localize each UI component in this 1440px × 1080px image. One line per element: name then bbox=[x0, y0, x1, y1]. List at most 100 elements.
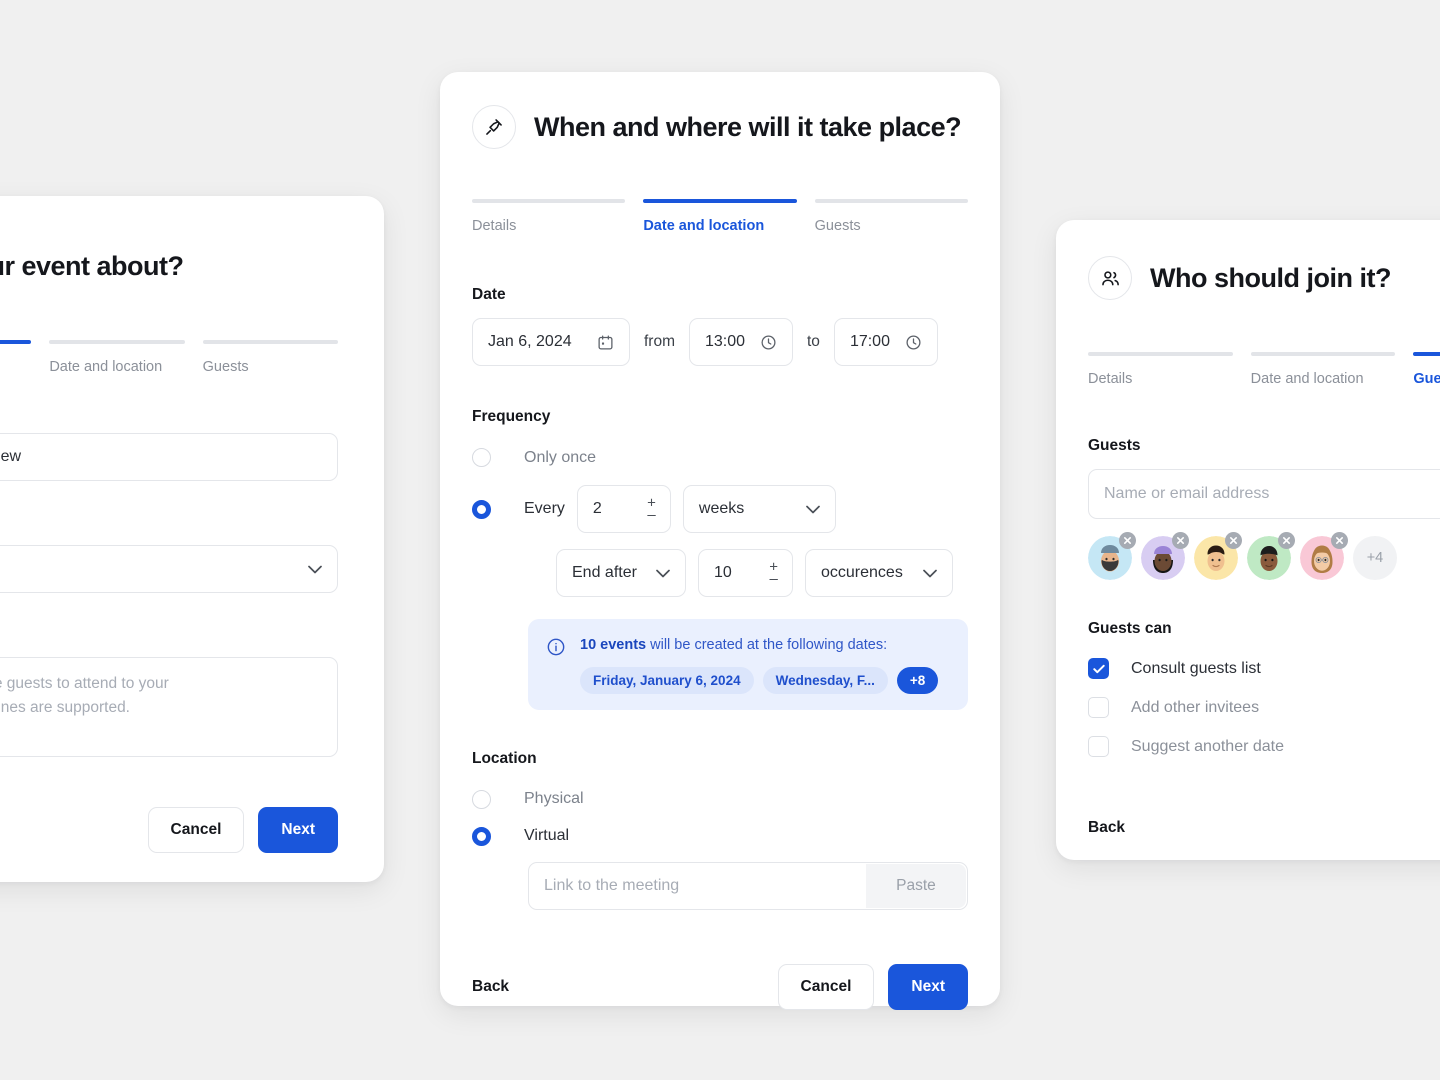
pin-icon bbox=[472, 105, 516, 149]
back-button[interactable]: Back bbox=[1088, 819, 1125, 837]
wizard-tabs: Details Date and location Guests bbox=[1088, 352, 1440, 387]
tab-date-and-location[interactable]: Date and location bbox=[49, 340, 185, 375]
stepper-arrows: + – bbox=[647, 496, 656, 523]
end-condition-row: End after 10 + – occurences bbox=[556, 549, 968, 597]
event-category-select[interactable] bbox=[0, 545, 338, 593]
end-unit-select[interactable]: occurences bbox=[805, 549, 953, 597]
tab-guests[interactable]: Guests bbox=[202, 340, 338, 375]
remove-guest-icon[interactable] bbox=[1119, 532, 1136, 549]
checkbox-consult-guests-list[interactable] bbox=[1088, 658, 1109, 679]
guest-avatar-1[interactable] bbox=[1088, 532, 1136, 580]
frequency-option-once[interactable]: Only once bbox=[472, 448, 968, 467]
chevron-down-icon bbox=[656, 569, 670, 577]
paste-button[interactable]: Paste bbox=[866, 863, 966, 908]
frequency-section-label: Frequency bbox=[472, 408, 551, 425]
event-name-input[interactable]: Weekly Review bbox=[0, 433, 338, 481]
radio-virtual[interactable] bbox=[472, 826, 491, 846]
end-count-value: 10 bbox=[714, 564, 732, 581]
more-dates-chip[interactable]: +8 bbox=[896, 666, 939, 694]
people-icon bbox=[1088, 256, 1132, 300]
chevron-down-icon bbox=[806, 505, 820, 513]
location-option-virtual[interactable]: Virtual bbox=[472, 826, 968, 846]
chevron-down-icon bbox=[923, 569, 937, 577]
card-footer: Back Cancel Next bbox=[472, 963, 968, 1010]
guest-overflow-badge[interactable]: +4 bbox=[1353, 536, 1397, 580]
guests-section: Guests Name or email address +4 bbox=[1088, 437, 1440, 580]
tab-date-and-location[interactable]: Date and location bbox=[643, 199, 797, 234]
interval-unit-select[interactable]: weeks bbox=[682, 485, 836, 533]
page-title: When and where will it take place? bbox=[534, 111, 962, 142]
stepper-decrement[interactable]: – bbox=[647, 508, 655, 523]
tab-indicator bbox=[49, 340, 185, 344]
remove-guest-icon[interactable] bbox=[1331, 532, 1348, 549]
end-mode-select[interactable]: End after bbox=[556, 549, 686, 597]
start-time-input[interactable]: 13:00 bbox=[689, 318, 793, 366]
interval-stepper[interactable]: 2 + – bbox=[576, 485, 671, 533]
radio-every[interactable] bbox=[472, 499, 491, 519]
events-count: 10 events bbox=[580, 637, 647, 653]
remove-guest-icon[interactable] bbox=[1172, 532, 1189, 549]
screen: your event about? Details Date and locat… bbox=[0, 0, 1440, 1080]
permission-consult-guests-list[interactable]: Consult guests list bbox=[1088, 658, 1440, 679]
radio-physical[interactable] bbox=[472, 789, 491, 809]
from-label: from bbox=[644, 333, 675, 350]
radio-once-label: Only once bbox=[524, 448, 597, 466]
tab-guests[interactable]: Guests bbox=[1413, 352, 1440, 387]
permission-add-other-invitees[interactable]: Add other invitees bbox=[1088, 697, 1440, 718]
guest-avatar-5[interactable] bbox=[1300, 532, 1348, 580]
location-section-label: Location bbox=[472, 749, 537, 767]
cancel-button[interactable]: Cancel bbox=[777, 963, 875, 1010]
event-details-card: your event about? Details Date and locat… bbox=[0, 196, 384, 882]
next-button[interactable]: Next bbox=[258, 807, 338, 853]
card-header: When and where will it take place? bbox=[472, 105, 968, 149]
tab-date-and-location[interactable]: Date and location bbox=[1250, 352, 1396, 387]
end-count-stepper[interactable]: 10 + – bbox=[698, 549, 793, 597]
end-unit-value: occurences bbox=[821, 564, 903, 581]
date-input[interactable]: Jan 6, 2024 bbox=[472, 318, 630, 366]
tab-label: Guests bbox=[814, 218, 861, 234]
cancel-button[interactable]: Cancel bbox=[147, 807, 245, 853]
back-button[interactable]: Back bbox=[472, 978, 509, 996]
tab-indicator bbox=[472, 199, 626, 203]
stepper-decrement[interactable]: – bbox=[769, 572, 777, 587]
tab-details[interactable]: Details bbox=[472, 199, 626, 234]
date-chip[interactable]: Friday, January 6, 2024 bbox=[580, 666, 754, 694]
radio-every-label: Every bbox=[524, 500, 565, 517]
clock-icon bbox=[761, 334, 776, 350]
date-and-location-card: When and where will it take place? Detai… bbox=[440, 72, 1000, 1010]
permission-suggest-another-date[interactable]: Suggest another date bbox=[1088, 736, 1440, 757]
event-description-textarea[interactable]: to encourage guests to attend to your ji… bbox=[0, 657, 338, 757]
banner-rest-text: will be created at the following dates: bbox=[646, 637, 888, 653]
permission-label: Add other invitees bbox=[1131, 698, 1260, 716]
tab-guests[interactable]: Guests bbox=[814, 199, 968, 234]
tab-label: Details bbox=[0, 359, 31, 375]
tab-details[interactable]: Details bbox=[1088, 352, 1233, 387]
tab-details[interactable]: Details bbox=[0, 340, 32, 375]
guest-avatar-2[interactable] bbox=[1141, 532, 1189, 580]
meeting-link-input[interactable]: Link to the meeting Paste bbox=[528, 861, 968, 910]
next-button[interactable]: Next bbox=[888, 963, 968, 1010]
radio-once[interactable] bbox=[472, 448, 491, 467]
chevron-down-icon bbox=[308, 565, 322, 573]
location-option-physical[interactable]: Physical bbox=[472, 789, 968, 809]
guest-avatar-4[interactable] bbox=[1247, 532, 1295, 580]
remove-guest-icon[interactable] bbox=[1225, 532, 1242, 549]
guest-search-input[interactable]: Name or email address bbox=[1088, 469, 1440, 519]
checkbox-suggest-another-date[interactable] bbox=[1088, 736, 1109, 757]
meeting-link-placeholder: Link to the meeting bbox=[544, 876, 680, 894]
remove-guest-icon[interactable] bbox=[1278, 532, 1295, 549]
card-footer: Back Cancel bbox=[1088, 805, 1440, 851]
tab-label: Date and location bbox=[1250, 371, 1364, 387]
card-footer: Cancel Next bbox=[0, 807, 338, 853]
tab-label: Date and location bbox=[643, 218, 765, 234]
guest-search-placeholder: Name or email address bbox=[1104, 485, 1270, 502]
checkbox-add-other-invitees[interactable] bbox=[1088, 697, 1109, 718]
frequency-option-every[interactable]: Every 2 + – weeks bbox=[472, 485, 968, 533]
tab-indicator bbox=[1413, 352, 1440, 356]
end-time-input[interactable]: 17:00 bbox=[833, 318, 938, 366]
guest-avatar-3[interactable] bbox=[1194, 532, 1242, 580]
to-label: to bbox=[807, 333, 820, 350]
check-icon bbox=[1092, 664, 1105, 673]
date-chip[interactable]: Wednesday, F... bbox=[762, 666, 888, 694]
radio-physical-label: Physical bbox=[524, 790, 584, 808]
